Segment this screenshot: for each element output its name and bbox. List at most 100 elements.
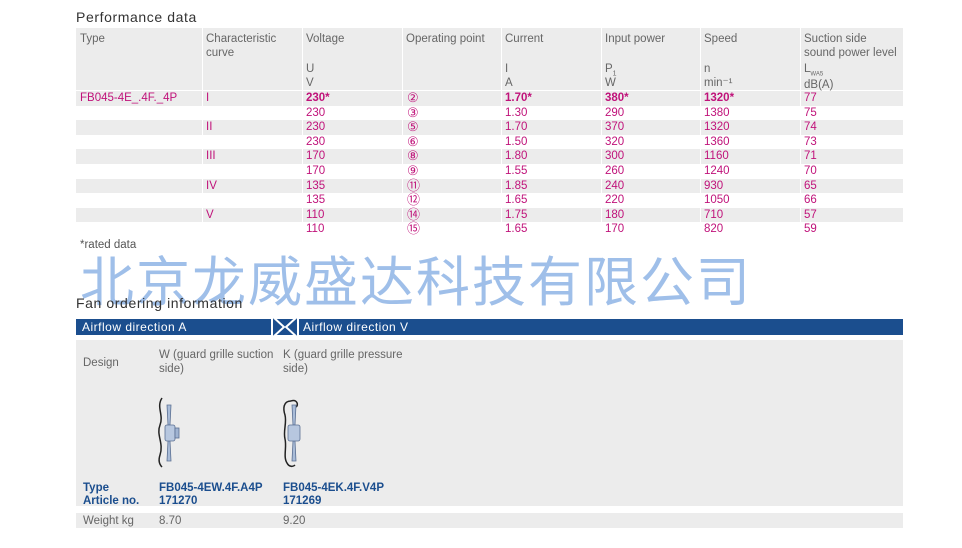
cell-l: 75 xyxy=(804,106,817,119)
weight-w: 8.70 xyxy=(159,515,182,527)
header-type: Type xyxy=(80,33,105,45)
header-sound-line1: Suction side xyxy=(804,33,867,45)
type-k-block: FB045-4EK.4F.V4P 171269 xyxy=(283,482,384,508)
cell-op: ⑥ xyxy=(407,133,419,149)
cell-p: 180 xyxy=(605,208,625,221)
header-curve-line2: curve xyxy=(206,47,235,59)
cell-op: ③ xyxy=(407,104,419,120)
design-k-line2: side) xyxy=(283,363,308,375)
cell-i: 1.75 xyxy=(505,208,528,221)
column-separator xyxy=(402,28,403,237)
cell-i: 1.55 xyxy=(505,165,528,177)
cell-l: 77 xyxy=(804,92,817,104)
weight-k: 9.20 xyxy=(283,515,306,527)
header-speed-unit: min⁻¹ xyxy=(704,77,733,89)
cell-curve: V xyxy=(206,208,214,221)
header-sound-line2: sound power level xyxy=(804,47,897,59)
cell-p: 170 xyxy=(605,223,625,236)
airflow-bar xyxy=(76,319,903,335)
weight-row xyxy=(76,513,903,528)
table-row: 135 ⑫ 1.65 220 1050 66 xyxy=(76,193,903,208)
article-k: 171269 xyxy=(283,495,322,507)
table-row: V 110 ⑭ 1.75 180 710 57 xyxy=(76,206,903,223)
type-k: FB045-4EK.4F.V4P xyxy=(283,482,384,494)
fan-k-drawing-icon xyxy=(283,399,301,468)
header-power-unit: W xyxy=(605,77,616,89)
cell-l: 57 xyxy=(804,208,817,221)
table-row: IV 135 ⑪ 1.85 240 930 65 xyxy=(76,177,903,194)
cell-n: 820 xyxy=(704,223,724,236)
cell-i: 1.70 xyxy=(505,121,528,134)
cell-p: 240 xyxy=(605,179,625,192)
cell-p: 290 xyxy=(605,106,625,119)
header-voltage: Voltage U V xyxy=(306,32,396,90)
airflow-arrow-icon xyxy=(268,313,299,341)
cell-u: 135 xyxy=(306,194,326,207)
design-label: Design xyxy=(83,357,119,369)
cell-u: 230 xyxy=(306,106,326,119)
cell-op: ⑨ xyxy=(407,163,419,178)
cell-i: 1.70* xyxy=(505,92,532,104)
cell-curve: I xyxy=(206,92,210,104)
cell-n: 1240 xyxy=(704,165,730,177)
column-separator xyxy=(302,28,303,237)
header-current-sym: I xyxy=(505,63,509,75)
cell-i: 1.50 xyxy=(505,135,528,148)
table-row: II 230 ⑤ 1.70 370 1320 74 xyxy=(76,120,903,135)
cell-n: 930 xyxy=(704,179,724,192)
cell-op: ⑪ xyxy=(407,177,421,193)
cell-op: ② xyxy=(407,90,419,105)
cell-l: 59 xyxy=(804,223,817,236)
cell-l: 65 xyxy=(804,179,817,192)
cell-p: 370 xyxy=(605,121,625,134)
cell-u: 170 xyxy=(306,150,326,163)
cell-u: 230* xyxy=(306,92,330,104)
design-w-line1: W (guard grille suction xyxy=(159,349,274,361)
cell-n: 1160 xyxy=(704,150,729,163)
column-separator xyxy=(601,28,602,237)
fan-w-drawing-icon xyxy=(158,397,180,468)
cell-n: 710 xyxy=(704,208,724,221)
table-row: III 170 ⑧ 1.80 300 1160 71 xyxy=(76,149,903,164)
design-k: K (guard grille pressure side) xyxy=(283,348,403,376)
header-speed-sym: n xyxy=(704,63,711,75)
cell-p: 320 xyxy=(605,135,625,148)
cell-l: 71 xyxy=(804,150,817,163)
cell-i: 1.65 xyxy=(505,194,528,207)
cell-l: 74 xyxy=(804,121,817,134)
cell-op: ⑧ xyxy=(407,148,419,164)
column-separator xyxy=(501,28,502,237)
table-row: 230 ⑥ 1.50 320 1360 73 xyxy=(76,133,903,150)
cell-curve: II xyxy=(206,121,213,134)
cell-u: 110 xyxy=(306,208,325,221)
header-current: Current I A xyxy=(505,32,595,90)
cell-p: 260 xyxy=(605,165,625,177)
header-voltage-label: Voltage xyxy=(306,33,345,45)
header-power-label: Input power xyxy=(605,33,666,45)
header-curve: Characteristic curve xyxy=(206,32,276,60)
airflow-a-label: Airflow direction A xyxy=(82,320,187,334)
header-power: Input power P1 W xyxy=(605,32,695,90)
design-w-line2: side) xyxy=(159,363,184,375)
cell-p: 220 xyxy=(605,194,625,207)
header-voltage-sym: U xyxy=(306,63,315,75)
header-speed: Speed n min⁻¹ xyxy=(704,32,794,90)
cell-l: 66 xyxy=(804,194,817,207)
header-speed-label: Speed xyxy=(704,33,738,45)
cell-curve: IV xyxy=(206,179,217,192)
article-w: 171270 xyxy=(159,495,198,507)
header-current-label: Current xyxy=(505,33,544,45)
cell-i: 1.80 xyxy=(505,150,528,163)
cell-n: 1380 xyxy=(704,106,730,119)
table-row: 110 ⑮ 1.65 170 820 59 xyxy=(76,222,903,237)
type-w-block: FB045-4EW.4F.A4P 171270 xyxy=(159,482,263,508)
cell-i: 1.30 xyxy=(505,106,528,119)
cell-p: 300 xyxy=(605,150,625,163)
cell-u: 230 xyxy=(306,121,326,134)
cell-u: 110 xyxy=(306,223,325,236)
cell-u: 230 xyxy=(306,135,326,148)
cell-n: 1320* xyxy=(704,92,735,104)
cell-n: 1050 xyxy=(704,194,730,207)
cell-op: ⑭ xyxy=(407,206,421,222)
type-label: Type xyxy=(83,482,109,494)
